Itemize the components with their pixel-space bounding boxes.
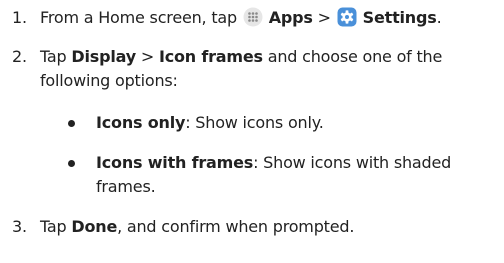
options-list: Icons only: Show icons only. Icons with … [40, 111, 498, 199]
step-text: Tap [40, 47, 67, 66]
settings-gear-icon [337, 7, 357, 27]
step-text: From a Home screen, tap [40, 8, 237, 27]
option-term: Icons with frames [96, 153, 254, 172]
separator-chevron: > [317, 8, 331, 27]
bullet-icon [68, 160, 75, 167]
step-number: 3. [12, 217, 27, 236]
display-label: Display [71, 47, 136, 66]
step-text: Tap [40, 217, 67, 236]
icon-frames-label: Icon frames [158, 47, 263, 66]
list-item: Icons with frames: Show icons with shade… [68, 151, 498, 199]
list-item: Icons only: Show icons only. [68, 111, 498, 135]
step-1: 1. From a Home screen, tap Apps > Settin… [12, 6, 498, 30]
step-2: 2. Tap Display > Icon frames and choose … [12, 45, 498, 199]
step-number: 2. [12, 47, 27, 66]
apps-label: Apps [268, 8, 313, 27]
apps-grid-icon [243, 7, 263, 27]
option-term: Icons only [96, 113, 186, 132]
done-label: Done [71, 217, 118, 236]
step-text-end: . [436, 8, 442, 27]
option-description: : Show icons only. [185, 113, 324, 132]
step-3: 3. Tap Done, and confirm when prompted. [12, 215, 498, 239]
step-number: 1. [12, 8, 27, 27]
step-text-rest: , and confirm when prompted. [117, 217, 355, 236]
bullet-icon [68, 120, 75, 127]
separator-chevron: > [140, 47, 155, 66]
instruction-steps: 1. From a Home screen, tap Apps > Settin… [12, 4, 498, 239]
settings-label: Settings [362, 8, 437, 27]
